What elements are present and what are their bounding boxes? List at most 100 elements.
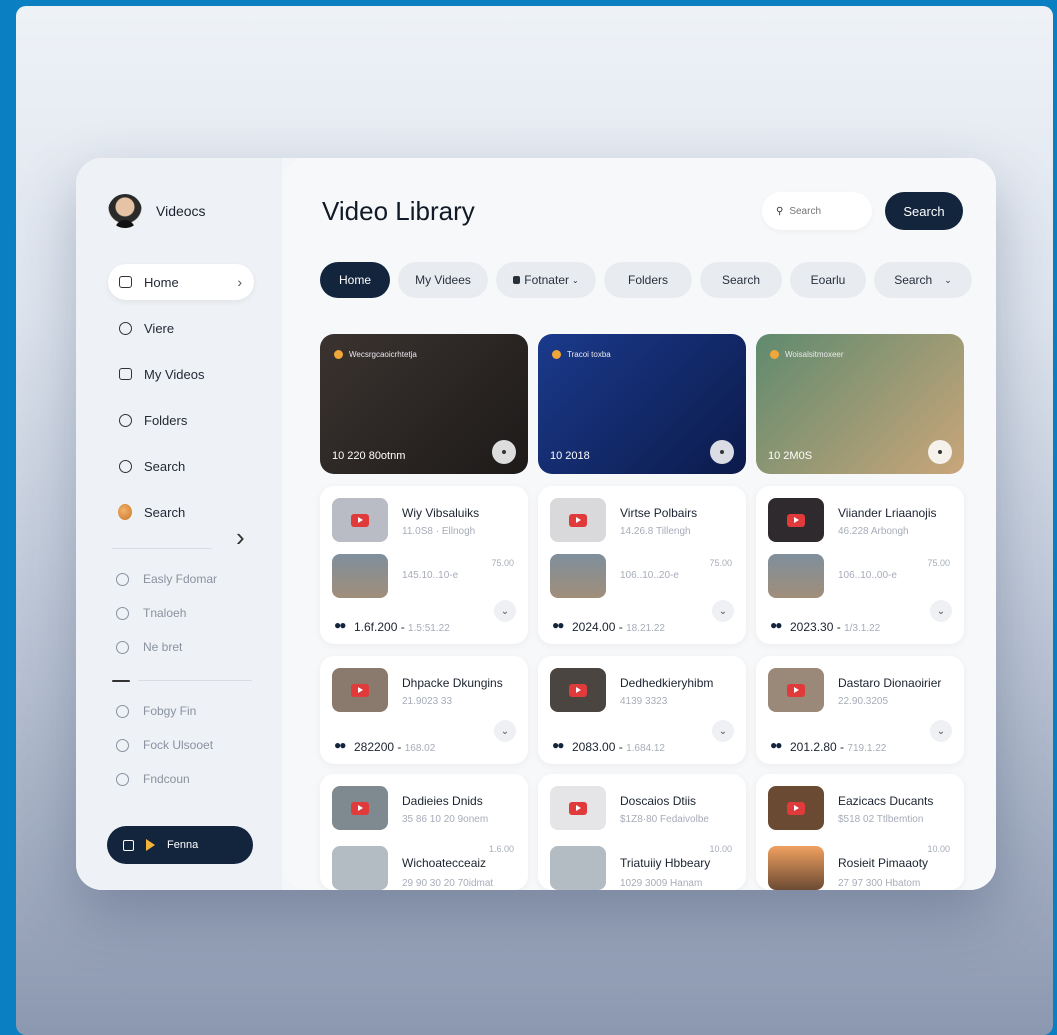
video-card[interactable]: Dadieies Dnids 35 86 10 20 9onem 1.6.00 Wic…	[320, 774, 528, 890]
youtube-play-icon	[351, 684, 369, 697]
chevron-down-icon[interactable]: ⌄	[494, 600, 516, 622]
video-thumbnail[interactable]	[550, 786, 606, 830]
sidebar-item-search-2[interactable]: Search	[108, 494, 254, 530]
sidebar-item-folders[interactable]: Folders	[108, 402, 254, 438]
tab-eoarlu[interactable]: Eoarlu	[790, 262, 866, 298]
divider	[112, 548, 212, 549]
channel-icon	[552, 350, 561, 359]
featured-video-card[interactable]: Woisalsitmoxeer 10 2M0S	[756, 334, 964, 474]
chevron-right-icon[interactable]: ›	[236, 522, 245, 553]
pin-icon	[116, 606, 129, 620]
video-meta: 11.0S8 · Ellnogh	[402, 526, 476, 537]
play-icon[interactable]	[492, 440, 516, 464]
sidebar-item-search[interactable]: Search	[108, 448, 254, 484]
video-thumbnail[interactable]	[768, 846, 824, 890]
tab-search-dropdown[interactable]: Search ⌄	[874, 262, 972, 298]
chevron-down-icon[interactable]: ⌄	[712, 600, 734, 622]
featured-label: Tracoi toxba	[552, 350, 611, 359]
video-thumbnail[interactable]	[768, 786, 824, 830]
video-meta: 46.228 Arbongh	[838, 526, 909, 537]
video-thumbnail[interactable]	[550, 668, 606, 712]
video-thumbnail[interactable]	[332, 498, 388, 542]
video-card[interactable]: Dhpacke Dkungins 21.9023 33 ⌄ ●● 282200 - 16…	[320, 656, 528, 764]
tab-folders[interactable]: Folders	[604, 262, 692, 298]
featured-count: 10 2M0S	[768, 450, 813, 462]
video-duration: 75.00	[709, 558, 732, 568]
sidebar-item-secondary[interactable]: Ne bret	[116, 630, 266, 664]
tab-label: Fotnater	[524, 273, 569, 287]
play-icon[interactable]	[928, 440, 952, 464]
featured-video-card[interactable]: Wecsrgcaoicrhtetja 10 220 80otnm	[320, 334, 528, 474]
video-card[interactable]: Dastaro Dionaoirier 22.90.3205 ⌄ ●● 201.2.80…	[756, 656, 964, 764]
video-meta: 22.90.3205	[838, 696, 889, 707]
shield-icon	[116, 772, 129, 786]
video-meta: 106..10..20-e	[620, 570, 679, 581]
video-date: 1.6f.200 - 1.5:51.22	[354, 620, 450, 634]
sidebar-item-secondary[interactable]: Tnaloeh	[116, 596, 266, 630]
chevron-down-icon[interactable]: ⌄	[930, 720, 952, 742]
video-card[interactable]: Viiander Lriaanojis 46.228 Arbongh 106..10…	[756, 486, 964, 644]
chevron-down-icon[interactable]: ⌄	[712, 720, 734, 742]
video-date-main: 2083.00	[572, 740, 616, 754]
avatar-icon	[118, 504, 132, 520]
home-icon	[118, 275, 132, 289]
info-icon	[116, 738, 129, 752]
video-card[interactable]: Wiy Vibsaluiks 11.0S8 · Ellnogh 145.10..10…	[320, 486, 528, 644]
video-date-sub: 1.684.12	[626, 743, 665, 754]
video-thumbnail[interactable]	[332, 554, 388, 598]
sidebar-item-viere[interactable]: Viere	[108, 310, 254, 346]
sidebar-item-home[interactable]: Home ›	[108, 264, 254, 300]
search-icon: ⚲	[776, 205, 784, 217]
video-thumbnail[interactable]	[332, 668, 388, 712]
video-thumbnail[interactable]	[550, 498, 606, 542]
sidebar-item-secondary[interactable]: Easly Fdomar	[116, 562, 266, 596]
featured-count: 10 2018	[550, 450, 590, 462]
more-icon[interactable]: ●●	[552, 738, 564, 752]
video-meta: 1029 3009 Hanam	[620, 878, 703, 889]
tab-home[interactable]: Home	[320, 262, 390, 298]
tab-my-videos[interactable]: My Videes	[398, 262, 488, 298]
video-thumbnail[interactable]	[550, 846, 606, 890]
more-icon[interactable]: ●●	[770, 738, 782, 752]
sidebar-item-label: Search	[144, 504, 186, 520]
video-thumbnail[interactable]	[768, 554, 824, 598]
play-button[interactable]: Fenna	[107, 826, 253, 864]
video-date-main: 2023.30	[790, 620, 834, 634]
profile[interactable]: Videocs	[108, 194, 206, 228]
featured-video-card[interactable]: Tracoi toxba 10 2018	[538, 334, 746, 474]
video-card[interactable]: Virtse Polbairs 14.26.8 Tillengh 106..10..…	[538, 486, 746, 644]
video-thumbnail[interactable]	[550, 554, 606, 598]
video-card[interactable]: Doscaios Dtiis $1Z8·80 Fedaivolbe 10.00 Tri…	[538, 774, 746, 890]
chevron-down-icon[interactable]: ⌄	[930, 600, 952, 622]
more-icon[interactable]: ●●	[334, 618, 346, 632]
video-thumbnail[interactable]	[768, 498, 824, 542]
sidebar-item-tertiary[interactable]: Fndcoun	[116, 762, 266, 796]
search-field[interactable]: ⚲	[762, 192, 872, 230]
tab-search[interactable]: Search	[700, 262, 782, 298]
search-input[interactable]	[789, 205, 860, 217]
sidebar-item-tertiary[interactable]: Fobgy Fin	[116, 694, 266, 728]
play-icon[interactable]	[710, 440, 734, 464]
more-icon[interactable]: ●●	[770, 618, 782, 632]
search-button[interactable]: Search	[885, 192, 963, 230]
youtube-play-icon	[787, 514, 805, 527]
sidebar-item-label: Home	[144, 274, 179, 290]
video-thumbnail[interactable]	[332, 846, 388, 890]
video-title: Eazicacs Ducants	[838, 794, 934, 808]
video-card[interactable]: Dedhedkieryhibm 4139 3323 ⌄ ●● 2083.00 - 1.6…	[538, 656, 746, 764]
video-duration: 1.6.00	[488, 844, 514, 854]
video-date-main: 1.6f.200	[354, 620, 398, 634]
video-thumbnail[interactable]	[768, 668, 824, 712]
sidebar-item-label: My Videos	[144, 366, 205, 382]
video-card[interactable]: Eazicacs Ducants $518 02 Ttlbemtion 10.00 R…	[756, 774, 964, 890]
chevron-down-icon[interactable]: ⌄	[494, 720, 516, 742]
sidebar-item-label: Fobgy Fin	[143, 704, 197, 718]
video-thumbnail[interactable]	[332, 786, 388, 830]
sidebar-item-my-videos[interactable]: My Videos	[108, 356, 254, 392]
more-icon[interactable]: ●●	[552, 618, 564, 632]
sidebar-item-label: Easly Fdomar	[143, 572, 218, 586]
sidebar: Videocs Home › Viere My Videos Folders S…	[76, 158, 282, 890]
sidebar-item-tertiary[interactable]: Fock Ulsooet	[116, 728, 266, 762]
tab-fotnater[interactable]: Fotnater ⌄	[496, 262, 596, 298]
more-icon[interactable]: ●●	[334, 738, 346, 752]
